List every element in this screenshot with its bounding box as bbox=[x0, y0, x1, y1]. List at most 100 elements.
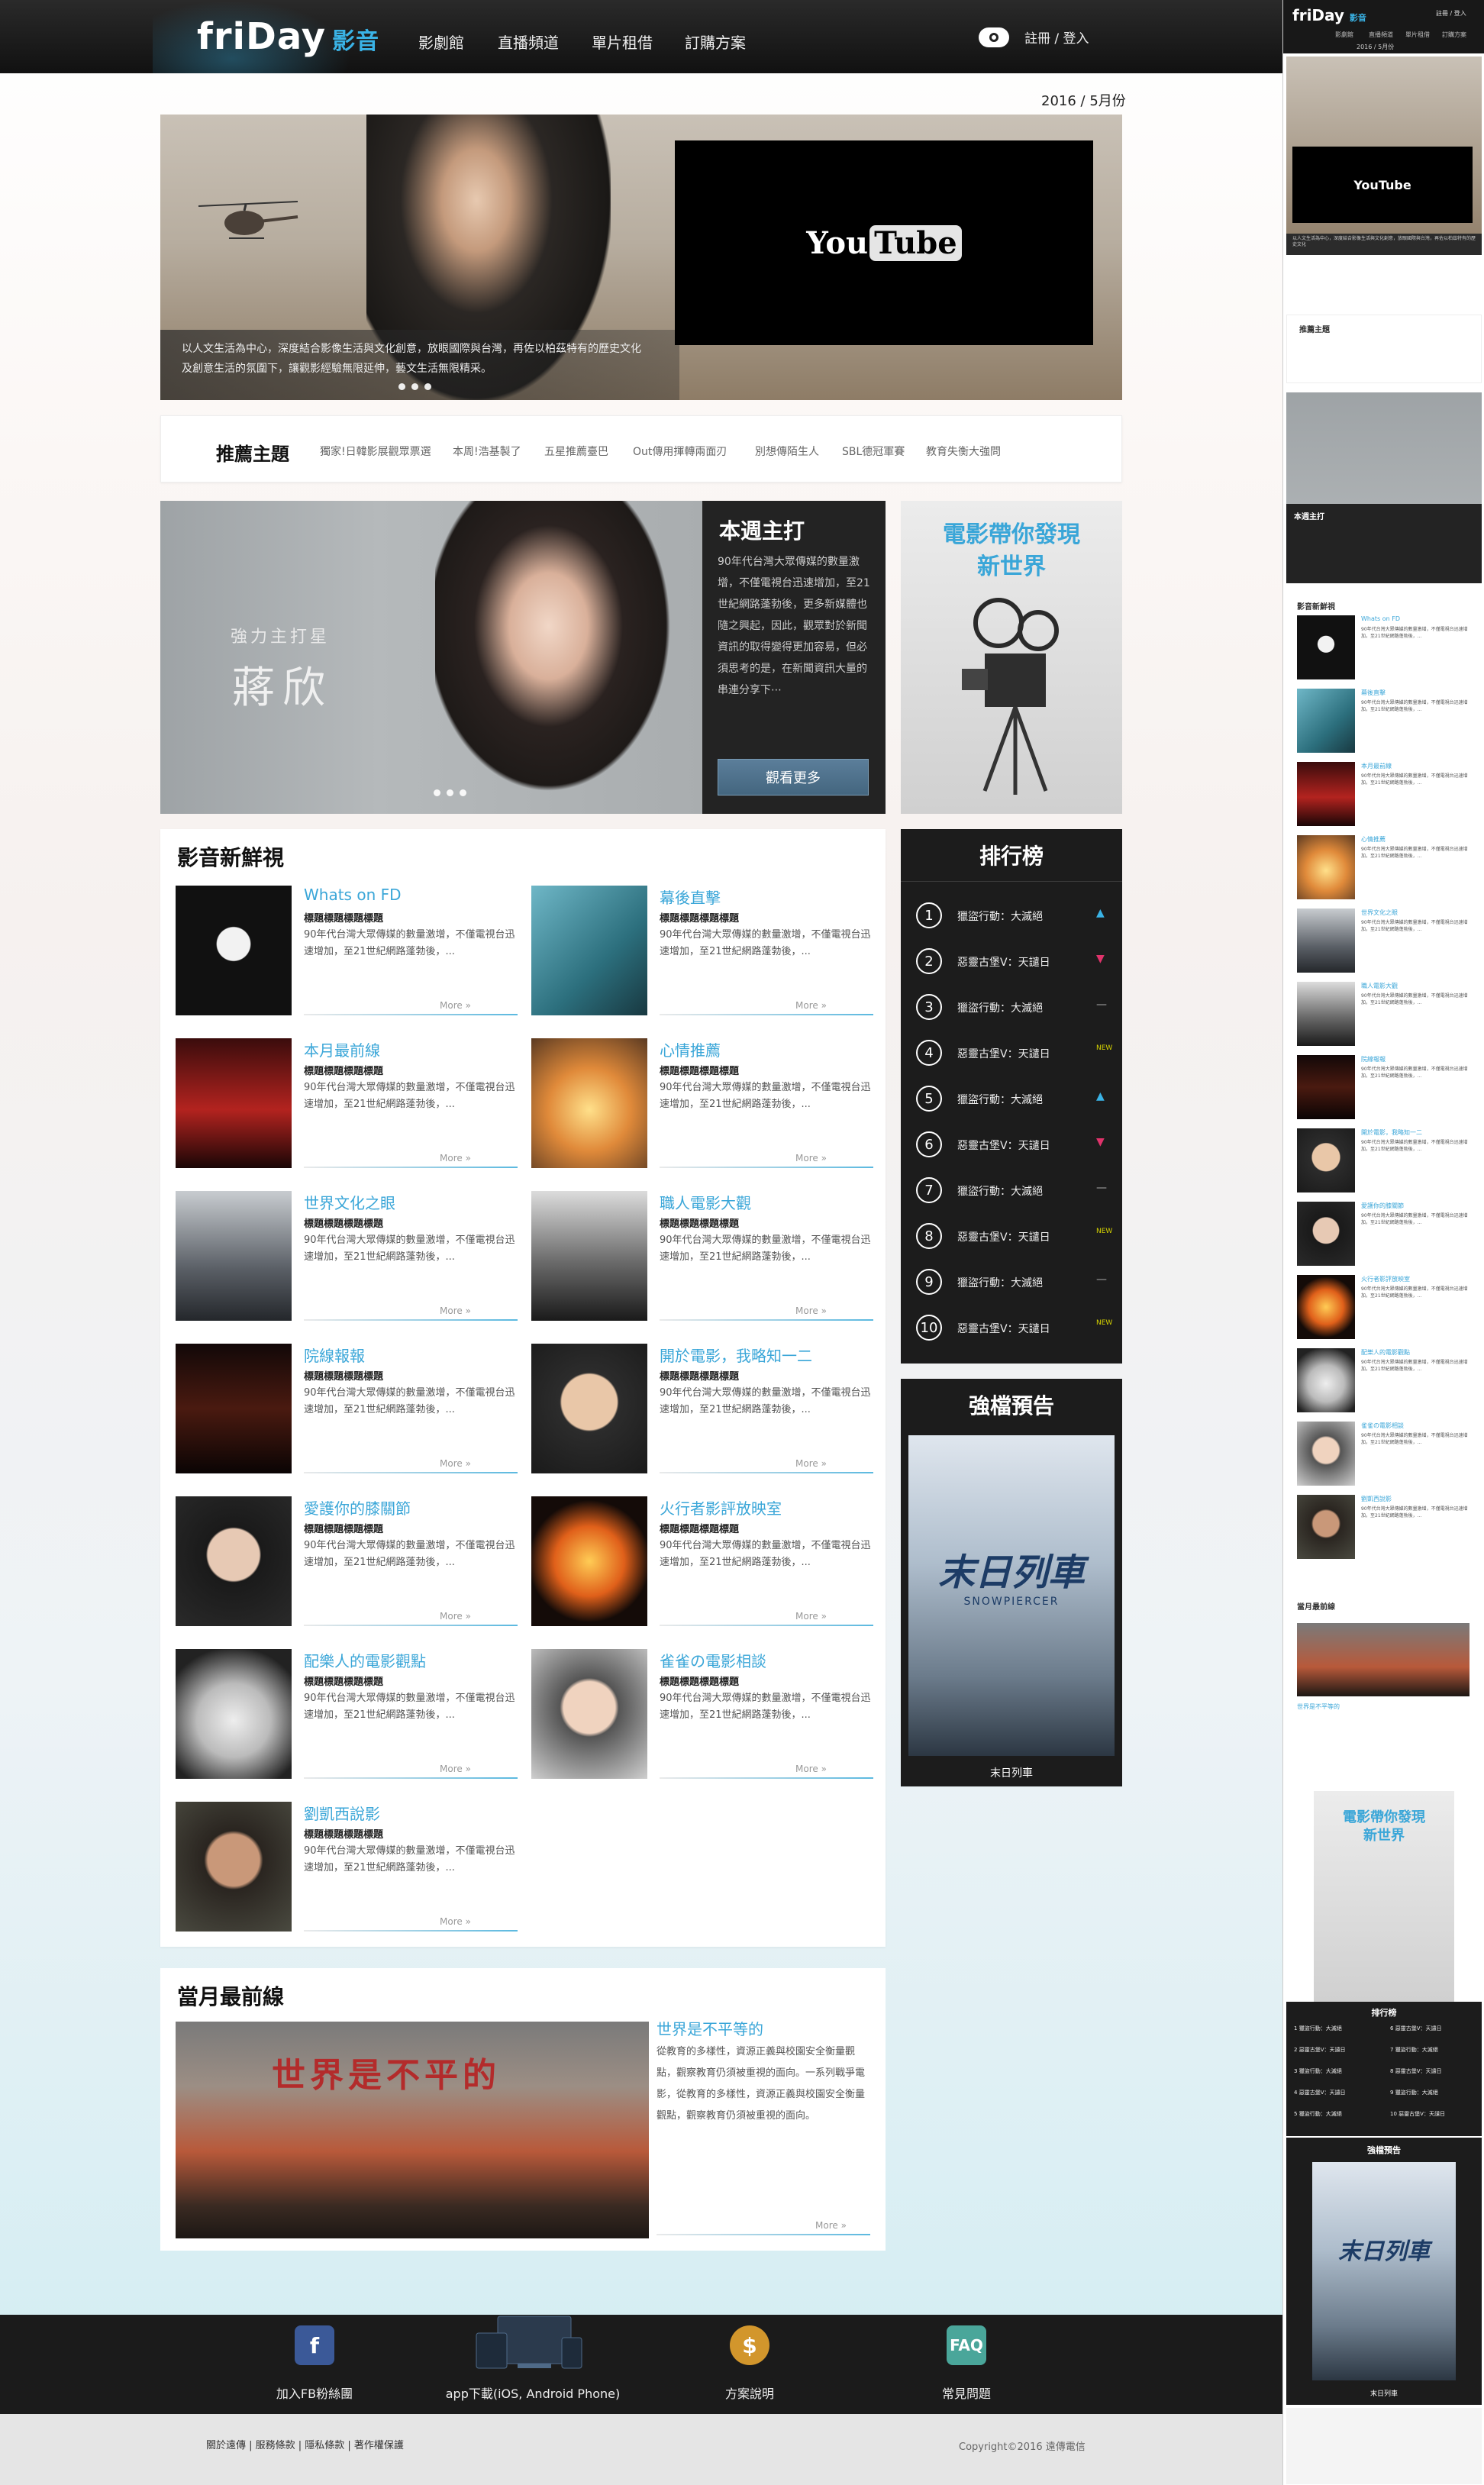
news-thumbnail[interactable] bbox=[531, 1649, 647, 1779]
news-thumbnail[interactable] bbox=[531, 1038, 647, 1168]
rank-title[interactable]: 獵盜行動：大滅絕 bbox=[957, 1000, 1043, 1015]
mobile-news-title[interactable]: 愛護你的膝關節 bbox=[1361, 1202, 1404, 1210]
mobile-news-thumbnail[interactable] bbox=[1297, 982, 1355, 1046]
more-link[interactable]: More » bbox=[440, 1916, 471, 1927]
mobile-logo[interactable]: friDay 影音 bbox=[1292, 6, 1366, 24]
mobile-news-thumbnail[interactable] bbox=[1297, 1275, 1355, 1339]
nav-item-plans[interactable]: 訂購方案 bbox=[685, 31, 746, 53]
ranking-row[interactable]: 2 惡靈古堡V：天譴日 ▼ bbox=[916, 944, 1110, 977]
news-thumbnail[interactable] bbox=[176, 886, 292, 1015]
rank-title[interactable]: 惡靈古堡V：天譴日 bbox=[957, 1321, 1050, 1336]
news-card[interactable]: 幕後直擊 標題標題標題標題 90年代台灣大眾傳媒的數量激增，不僅電視台迅速增加，至2… bbox=[531, 886, 873, 1023]
news-thumbnail[interactable] bbox=[531, 1344, 647, 1473]
news-card[interactable]: 世界文化之眼 標題標題標題標題 90年代台灣大眾傳媒的數量激增，不僅電視台迅速增加，… bbox=[176, 1191, 518, 1328]
footer-item-faq[interactable]: FAQ 常見問題 bbox=[875, 2315, 1058, 2414]
news-card[interactable]: 劉凱西說影 標題標題標題標題 90年代台灣大眾傳媒的數量激增，不僅電視台迅速增加，至… bbox=[176, 1802, 518, 1939]
topic-link[interactable]: SBL德冠軍賽 bbox=[842, 444, 905, 459]
news-thumbnail[interactable] bbox=[176, 1038, 292, 1168]
rank-title[interactable]: 獵盜行動：大滅絕 bbox=[957, 908, 1043, 924]
search-button[interactable] bbox=[979, 27, 1009, 47]
mobile-news-thumbnail[interactable] bbox=[1297, 1495, 1355, 1559]
news-thumbnail[interactable] bbox=[176, 1344, 292, 1473]
mobile-news-title[interactable]: 火行者影評放映室 bbox=[1361, 1275, 1410, 1283]
mobile-news-card[interactable]: 劉凱西說影 90年代台灣大眾傳媒的數量激增，不僅電視台迅速增加，至21世紀網路蓬勃… bbox=[1297, 1495, 1469, 1562]
mobile-news-title[interactable]: 本月最前線 bbox=[1361, 762, 1392, 770]
mobile-auth[interactable]: 註冊 / 登入 bbox=[1436, 9, 1466, 18]
mobile-rank-row[interactable]: 7 獵盜行動：大滅絕 bbox=[1390, 2046, 1438, 2054]
news-card-title[interactable]: 火行者影評放映室 bbox=[660, 1496, 782, 1518]
rank-title[interactable]: 惡靈古堡V：天譴日 bbox=[957, 1046, 1050, 1061]
mobile-news-card[interactable]: 世界文化之眼 90年代台灣大眾傳媒的數量激增，不僅電視台迅速增加，至21世紀網路蓬… bbox=[1297, 908, 1469, 976]
topic-link[interactable]: 教育失衡大強問 bbox=[926, 444, 1001, 459]
mobile-news-title[interactable]: 雀雀の電影相談 bbox=[1361, 1422, 1404, 1430]
mobile-rank-row[interactable]: 2 惡靈古堡V：天譴日 bbox=[1294, 2046, 1346, 2054]
topic-link[interactable]: 五星推薦臺巴 bbox=[544, 444, 608, 459]
ranking-row[interactable]: 8 惡靈古堡V：天譴日 NEW bbox=[916, 1218, 1112, 1252]
featured-star-banner[interactable]: 強力主打星 蔣欣 bbox=[160, 501, 702, 814]
news-card-title[interactable]: 本月最前線 bbox=[304, 1038, 380, 1060]
mobile-rank-row[interactable]: 8 惡靈古堡V：天譴日 bbox=[1390, 2067, 1442, 2075]
more-link[interactable]: More » bbox=[795, 1458, 827, 1469]
mobile-news-thumbnail[interactable] bbox=[1297, 1422, 1355, 1486]
rank-title[interactable]: 獵盜行動：大滅絕 bbox=[957, 1092, 1043, 1107]
mobile-rank-row[interactable]: 4 惡靈古堡V：天譴日 bbox=[1294, 2089, 1346, 2096]
mobile-rank-row[interactable]: 1 獵盜行動：大滅絕 bbox=[1294, 2025, 1342, 2032]
trailer-poster[interactable]: 末日列車 SNOWPIERCER bbox=[908, 1435, 1115, 1756]
register-link[interactable]: 註冊 bbox=[1024, 31, 1050, 47]
nav-item-drama[interactable]: 影劇館 bbox=[418, 31, 464, 53]
topic-link[interactable]: 本周!浩基製了 bbox=[453, 444, 521, 459]
mobile-news-thumbnail[interactable] bbox=[1297, 689, 1355, 753]
news-card[interactable]: 心情推薦 標題標題標題標題 90年代台灣大眾傳媒的數量激增，不僅電視台迅速增加，至2… bbox=[531, 1038, 873, 1176]
mobile-news-thumbnail[interactable] bbox=[1297, 1202, 1355, 1266]
mobile-news-card[interactable]: 院線報報 90年代台灣大眾傳媒的數量激增，不僅電視台迅速增加，至21世紀網路蓬勃後… bbox=[1297, 1055, 1469, 1122]
more-link[interactable]: More » bbox=[440, 1458, 471, 1469]
ranking-row[interactable]: 4 惡靈古堡V：天譴日 NEW bbox=[916, 1035, 1112, 1069]
topic-link[interactable]: Out傳用揮轉兩面刃 bbox=[633, 444, 727, 459]
more-link[interactable]: More » bbox=[440, 1153, 471, 1163]
mobile-news-card[interactable]: 幕後直擊 90年代台灣大眾傳媒的數量激增，不僅電視台迅速增加，至21世紀網路蓬勃後… bbox=[1297, 689, 1469, 756]
mobile-nav-item[interactable]: 訂購方案 bbox=[1442, 31, 1466, 39]
more-link[interactable]: More » bbox=[440, 1305, 471, 1316]
news-card[interactable]: 院線報報 標題標題標題標題 90年代台灣大眾傳媒的數量激增，不僅電視台迅速增加，至2… bbox=[176, 1344, 518, 1481]
rank-title[interactable]: 惡靈古堡V：天譴日 bbox=[957, 1138, 1050, 1153]
more-link[interactable]: More » bbox=[795, 1000, 827, 1011]
hero-carousel-dots[interactable] bbox=[398, 383, 431, 390]
mobile-front-image[interactable] bbox=[1297, 1623, 1469, 1696]
news-thumbnail[interactable] bbox=[176, 1191, 292, 1321]
mobile-rank-row[interactable]: 5 獵盜行動：大滅絕 bbox=[1294, 2110, 1342, 2118]
more-link[interactable]: More » bbox=[795, 1611, 827, 1622]
login-link[interactable]: 登入 bbox=[1063, 31, 1089, 47]
nav-item-rental[interactable]: 單片租借 bbox=[592, 31, 653, 53]
topic-link[interactable]: 獨家!日韓影展觀眾票選 bbox=[320, 444, 431, 459]
news-card-title[interactable]: 世界文化之眼 bbox=[304, 1191, 395, 1213]
ranking-row[interactable]: 7 獵盜行動：大滅絕 — bbox=[916, 1173, 1110, 1206]
more-link[interactable]: More » bbox=[440, 1611, 471, 1622]
mobile-news-title[interactable]: 配樂人的電影觀點 bbox=[1361, 1348, 1410, 1357]
youtube-player[interactable]: You Tube bbox=[675, 140, 1093, 345]
carousel-dot[interactable] bbox=[398, 383, 405, 390]
news-card-title[interactable]: 配樂人的電影觀點 bbox=[304, 1649, 426, 1671]
carousel-dot[interactable] bbox=[424, 383, 431, 390]
mobile-news-card[interactable]: 心情推薦 90年代台灣大眾傳媒的數量激增，不僅電視台迅速增加，至21世紀網路蓬勃後… bbox=[1297, 835, 1469, 902]
mobile-news-thumbnail[interactable] bbox=[1297, 615, 1355, 679]
mobile-news-title[interactable]: 世界文化之眼 bbox=[1361, 908, 1398, 917]
news-thumbnail[interactable] bbox=[176, 1649, 292, 1779]
mobile-news-title[interactable]: 職人電影大觀 bbox=[1361, 982, 1398, 990]
mobile-news-title[interactable]: 幕後直擊 bbox=[1361, 689, 1386, 697]
news-card-title[interactable]: 院線報報 bbox=[304, 1344, 365, 1366]
mobile-news-card[interactable]: 職人電影大觀 90年代台灣大眾傳媒的數量激增，不僅電視台迅速增加，至21世紀網路蓬… bbox=[1297, 982, 1469, 1049]
news-card-title[interactable]: 職人電影大觀 bbox=[660, 1191, 751, 1213]
nav-item-live[interactable]: 直播頻道 bbox=[498, 31, 559, 53]
mobile-nav-item[interactable]: 影劇館 bbox=[1335, 31, 1353, 39]
mobile-news-title[interactable]: 院線報報 bbox=[1361, 1055, 1386, 1063]
mobile-news-thumbnail[interactable] bbox=[1297, 908, 1355, 973]
mobile-movie-promo[interactable]: 電影帶你發現 新世界 bbox=[1314, 1791, 1454, 2002]
hero-banner[interactable]: 以人文生活為中心，深度結合影像生活與文化創意，放眼國際與台灣，再佐以柏茲特有的歷… bbox=[160, 115, 1122, 400]
feature-carousel-dots[interactable] bbox=[434, 789, 466, 796]
mobile-news-thumbnail[interactable] bbox=[1297, 762, 1355, 826]
more-link[interactable]: More » bbox=[440, 1764, 471, 1774]
mobile-news-title[interactable]: 心情推薦 bbox=[1361, 835, 1386, 844]
movie-promo-card[interactable]: 電影帶你發現 新世界 bbox=[901, 501, 1122, 814]
mobile-rank-row[interactable]: 9 獵盜行動：大滅絕 bbox=[1390, 2089, 1438, 2096]
news-card[interactable]: 愛護你的膝關節 標題標題標題標題 90年代台灣大眾傳媒的數量激增，不僅電視台迅速增加… bbox=[176, 1496, 518, 1634]
